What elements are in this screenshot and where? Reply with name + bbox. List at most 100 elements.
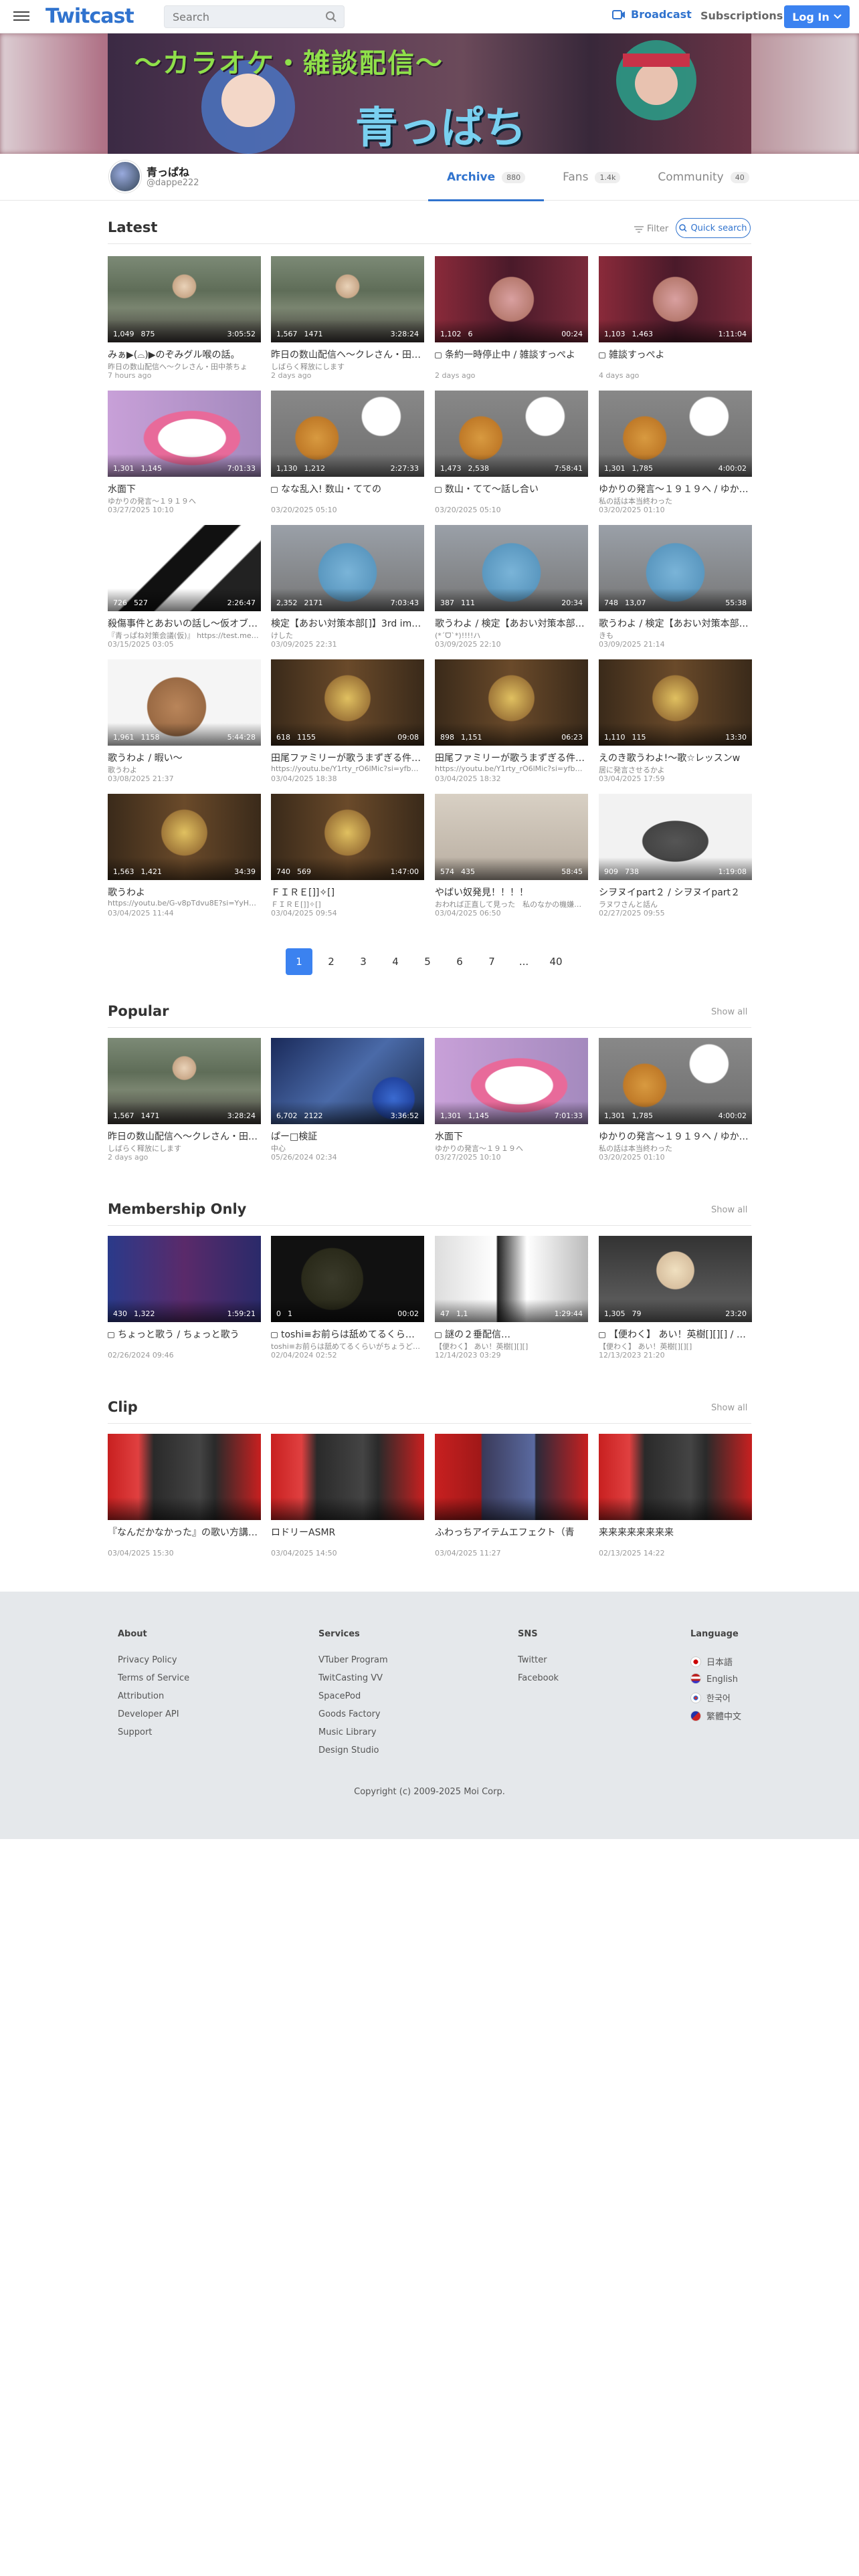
page-button[interactable]: 4 (382, 948, 409, 975)
video-card[interactable]: 6,702 2122 3:36:52 ぱー□検証 中心 05/26/2024 02:34 (271, 1038, 424, 1168)
video-title[interactable]: 歌うわよ / 検定【あおい対策本部… (435, 617, 588, 630)
video-title[interactable]: えのき歌うわよ!〜歌☆レッスンw (599, 751, 752, 764)
video-card[interactable]: 1,961 1158 5:44:28 歌うわよ / 暇い〜 歌うわよ 03/08/2025… (108, 659, 261, 790)
video-title[interactable]: 謎の２垂配信… (435, 1327, 588, 1341)
page-button[interactable]: 2 (318, 948, 345, 975)
popular-show-all[interactable]: Show all (711, 1007, 747, 1017)
video-thumbnail[interactable]: 1,049 875 3:05:52 (108, 256, 261, 342)
footer-link[interactable]: Developer API (118, 1709, 189, 1727)
language-option[interactable]: English (690, 1673, 741, 1691)
video-card[interactable]: 1,301 1,785 4:00:02 ゆかりの発言〜１９１９へ / ゆかり… 私の話は… (599, 1038, 752, 1168)
video-card[interactable]: 618 1155 09:08 田尾ファミリーが歌うまずぎる件(… https://you… (271, 659, 424, 790)
video-thumbnail[interactable]: 748 13,07 55:38 (599, 525, 752, 611)
video-thumbnail[interactable]: 1,567 1471 3:28:24 (108, 1038, 261, 1124)
video-card[interactable]: 1,305 79 23:20 【便わく】 あい！英樹[][][] / あ… 【便わく】 … (599, 1236, 752, 1366)
video-title[interactable]: 歌うわよ (108, 885, 261, 899)
video-thumbnail[interactable]: 1,102 6 00:24 (435, 256, 588, 342)
footer-link[interactable]: Design Studio (318, 1745, 388, 1763)
video-thumbnail[interactable]: 1,301 1,145 7:01:33 (435, 1038, 588, 1124)
video-card[interactable]: 1,049 875 3:05:52 みぁ▶(⌓)▶のぞみグル喉の話。 昨日の数山配信ヘ〜… (108, 256, 261, 387)
footer-link[interactable]: Privacy Policy (118, 1655, 189, 1673)
login-button[interactable]: Log In (784, 5, 850, 28)
video-thumbnail[interactable]: 1,301 1,785 4:00:02 (599, 391, 752, 477)
video-title[interactable]: 数山・てて〜話し合い (435, 482, 588, 496)
page-button[interactable]: 3 (350, 948, 377, 975)
footer-link[interactable]: SpacePod (318, 1691, 388, 1709)
video-title[interactable]: 【便わく】 あい！英樹[][][] / あ… (599, 1327, 752, 1341)
video-card[interactable]: ふわっちアイテムエフェクト（青 03/04/2025 11:27 (435, 1434, 588, 1564)
video-card[interactable]: 748 13,07 55:38 歌うわよ / 検定【あおい対策本部… きも 03/09/2… (599, 525, 752, 655)
video-title[interactable]: toshi≡お前らは舐めてるくら… (271, 1327, 424, 1341)
video-title[interactable]: ぱー□検証 (271, 1130, 424, 1143)
video-thumbnail[interactable]: 1,110 115 13:30 (599, 659, 752, 746)
video-thumbnail[interactable]: 726 527 2:26:47 (108, 525, 261, 611)
search-input[interactable] (165, 6, 318, 27)
video-thumbnail[interactable]: 1,961 1158 5:44:28 (108, 659, 261, 746)
video-title[interactable]: 田尾ファミリーが歌うまずぎる件(… (435, 751, 588, 764)
video-thumbnail[interactable] (271, 1434, 424, 1520)
video-card[interactable]: 1,301 1,145 7:01:33 水面下 ゆかりの発言〜１９１９へ 03/27/20… (435, 1038, 588, 1168)
video-thumbnail[interactable]: 618 1155 09:08 (271, 659, 424, 746)
search-icon[interactable] (325, 11, 337, 25)
video-card[interactable]: 909 738 1:19:08 シヲヌイpart２ / シヲヌイpart２ ラヌワさんと… (599, 794, 752, 924)
quick-search-button[interactable]: Quick search (676, 218, 751, 238)
tab-community[interactable]: Community 40 (639, 154, 767, 201)
video-card[interactable]: 1,563 1,421 34:39 歌うわよ https://youtu.be/G-v8… (108, 794, 261, 924)
language-option[interactable]: 繁體中文 (690, 1709, 741, 1727)
video-card[interactable]: 430 1,322 1:59:21 ちょっと歌う / ちょっと歌う 02/26/2024… (108, 1236, 261, 1366)
video-title[interactable]: ちょっと歌う / ちょっと歌う (108, 1327, 261, 1341)
video-thumbnail[interactable]: 0 1 00:02 (271, 1236, 424, 1322)
video-title[interactable]: みぁ▶(⌓)▶のぞみグル喉の話。 (108, 348, 261, 361)
video-title[interactable]: なな乱入! 数山・てての (271, 482, 424, 496)
footer-link[interactable]: Attribution (118, 1691, 189, 1709)
search-box[interactable] (164, 5, 345, 28)
video-thumbnail[interactable]: 6,702 2122 3:36:52 (271, 1038, 424, 1124)
video-title[interactable]: 田尾ファミリーが歌うまずぎる件(… (271, 751, 424, 764)
video-title[interactable]: ゆかりの発言〜１９１９へ / ゆかり… (599, 482, 752, 496)
video-card[interactable]: 1,110 115 13:30 えのき歌うわよ!〜歌☆レッスンw 居に発言させるかよ 03… (599, 659, 752, 790)
video-title[interactable]: 検定【あおい対策本部[]】3rd im… (271, 617, 424, 630)
footer-link[interactable]: VTuber Program (318, 1655, 388, 1673)
video-card[interactable]: 来来来来来来来来 02/13/2025 14:22 (599, 1434, 752, 1564)
video-thumbnail[interactable]: 1,563 1,421 34:39 (108, 794, 261, 880)
membership-show-all[interactable]: Show all (711, 1205, 747, 1215)
subscriptions-link[interactable]: Subscriptions (700, 9, 783, 22)
footer-link[interactable]: Twitter (518, 1655, 559, 1673)
video-card[interactable]: 574 435 58:45 やばい奴発見！！！！ おわれば正直して見った 私のなかの機嫌… (435, 794, 588, 924)
video-title[interactable]: ロドリーASMR (271, 1525, 424, 1539)
video-title[interactable]: 水面下 (108, 482, 261, 496)
channel-name[interactable]: 青っぱね (147, 163, 189, 179)
video-thumbnail[interactable]: 47 1,1 1:29:44 (435, 1236, 588, 1322)
footer-link[interactable]: TwitCasting VV (318, 1673, 388, 1691)
page-button[interactable]: 1 (286, 948, 312, 975)
footer-link[interactable]: Goods Factory (318, 1709, 388, 1727)
video-thumbnail[interactable]: 1,567 1471 3:28:24 (271, 256, 424, 342)
video-thumbnail[interactable]: 909 738 1:19:08 (599, 794, 752, 880)
video-title[interactable]: 条約一時停止中 / 雑談すっぺよ (435, 348, 588, 361)
video-card[interactable]: 1,473 2,538 7:58:41 数山・てて〜話し合い 03/20/2025 05… (435, 391, 588, 521)
video-thumbnail[interactable]: 1,301 1,145 7:01:33 (108, 391, 261, 477)
page-button[interactable]: 7 (478, 948, 505, 975)
video-thumbnail[interactable]: 898 1,151 06:23 (435, 659, 588, 746)
video-card[interactable]: 1,130 1,212 2:27:33 なな乱入! 数山・てての 03/20/2025 … (271, 391, 424, 521)
video-title[interactable]: 昨日の数山配信ヘ〜クレさん・田… (108, 1130, 261, 1143)
video-thumbnail[interactable] (108, 1434, 261, 1520)
footer-link[interactable]: Music Library (318, 1727, 388, 1745)
video-title[interactable]: 『なんだかなかった』の歌い方講座( (108, 1525, 261, 1539)
video-thumbnail[interactable] (599, 1434, 752, 1520)
video-card[interactable]: 898 1,151 06:23 田尾ファミリーが歌うまずぎる件(… https://yo… (435, 659, 588, 790)
video-thumbnail[interactable]: 1,103 1,463 1:11:04 (599, 256, 752, 342)
video-title[interactable]: シヲヌイpart２ / シヲヌイpart２ (599, 885, 752, 899)
video-card[interactable]: 47 1,1 1:29:44 謎の２垂配信… 【便わく】 あい！英樹[][][] 12/1… (435, 1236, 588, 1366)
video-title[interactable]: 殺傷事件とあおいの話し〜仮オブ… (108, 617, 261, 630)
video-card[interactable]: 1,301 1,145 7:01:33 水面下 ゆかりの発言〜１９１９へ 03/27/20… (108, 391, 261, 521)
page-button[interactable]: 6 (446, 948, 473, 975)
video-card[interactable]: 『なんだかなかった』の歌い方講座(03/04/2025 15:30 (108, 1434, 261, 1564)
video-thumbnail[interactable] (435, 1434, 588, 1520)
avatar[interactable] (109, 160, 141, 193)
tab-archive[interactable]: Archive 880 (428, 154, 545, 201)
video-title[interactable]: 来来来来来来来来 (599, 1525, 752, 1539)
broadcast-button[interactable]: Broadcast (612, 8, 692, 21)
video-card[interactable]: 1,102 6 00:24 条約一時停止中 / 雑談すっぺよ 2 days ago (435, 256, 588, 387)
video-card[interactable]: 0 1 00:02 toshi≡お前らは舐めてるくら… toshi≡お前らは舐めてるくら… (271, 1236, 424, 1366)
